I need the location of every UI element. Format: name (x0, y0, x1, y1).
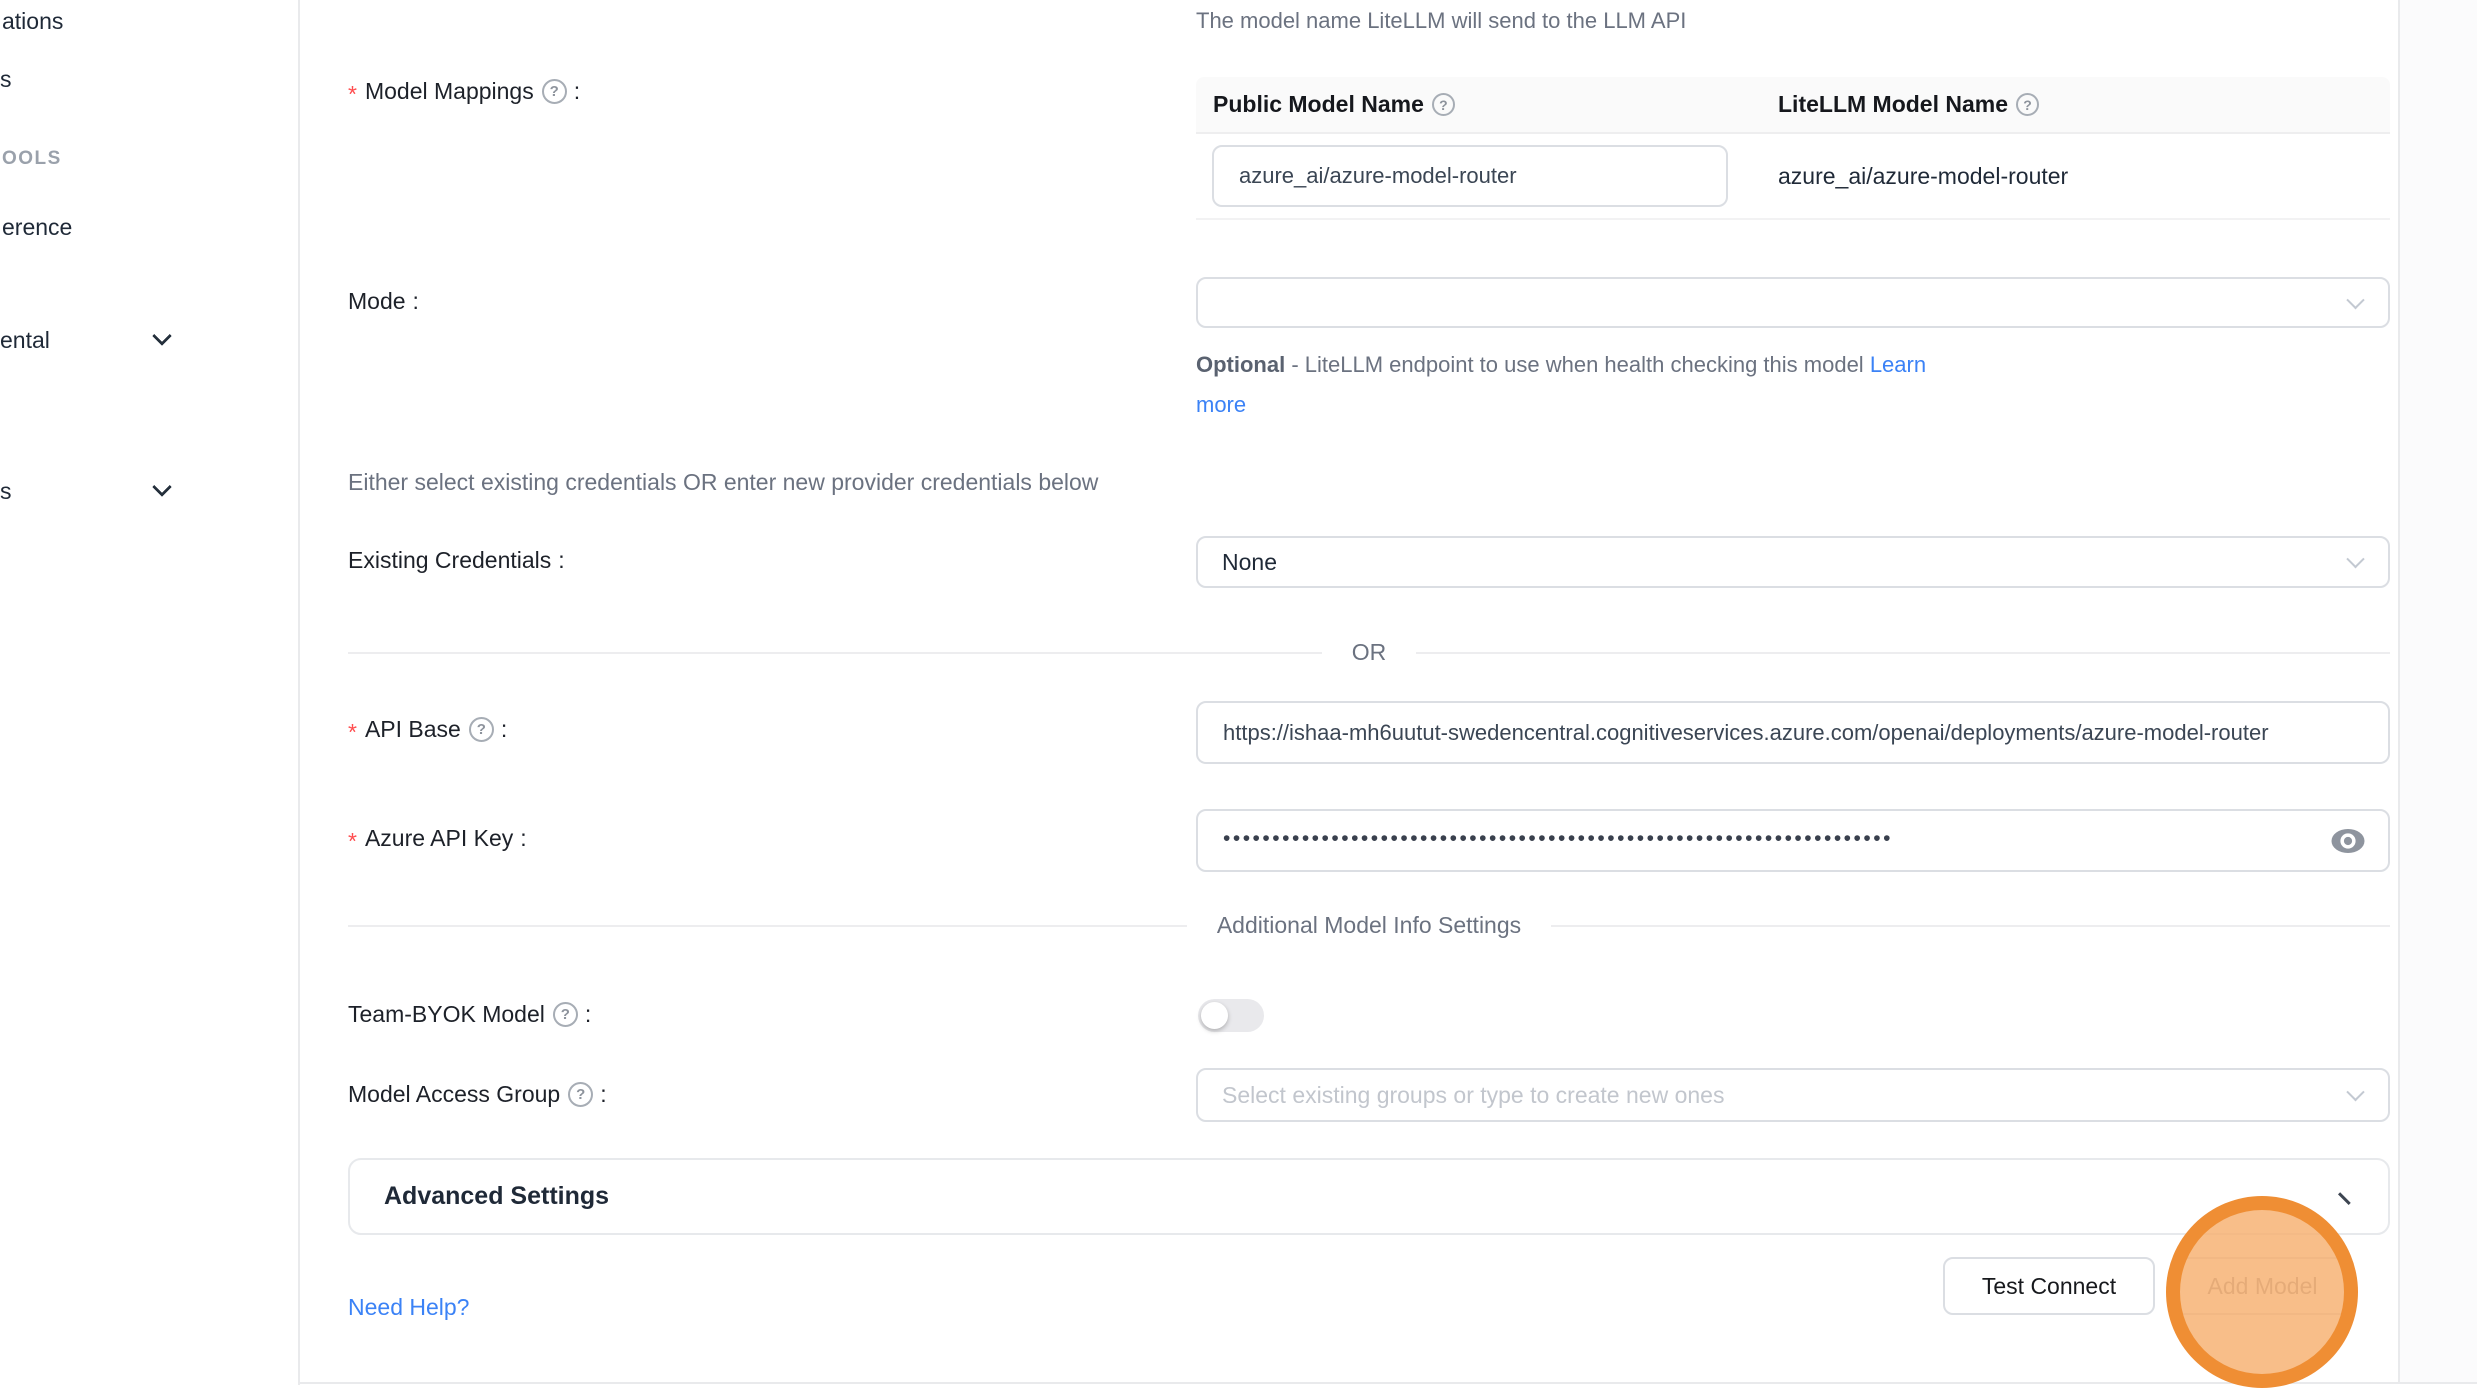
required-asterisk: * (348, 719, 357, 746)
api-base-label: * API Base ? : (348, 716, 507, 743)
model-access-group-select[interactable]: Select existing groups or type to create… (1196, 1068, 2390, 1122)
help-circle-icon[interactable]: ? (1432, 93, 1455, 116)
model-mappings-label: * Model Mappings ? : (348, 78, 580, 105)
table-header-row: Public Model Name ? LiteLLM Model Name ? (1196, 77, 2390, 134)
mode-help-text: Optional - LiteLLM endpoint to use when … (1196, 352, 1926, 378)
azure-api-key-label: * Azure API Key : (348, 825, 527, 852)
chevron-down-icon (2346, 1083, 2364, 1101)
team-byok-toggle[interactable] (1198, 999, 1264, 1032)
annotation-highlight-circle (2166, 1196, 2358, 1388)
existing-credentials-select[interactable]: None (1196, 536, 2390, 588)
masked-api-key: ••••••••••••••••••••••••••••••••••••••••… (1223, 827, 1893, 851)
sidebar-item-s2[interactable]: s (0, 478, 12, 505)
sidebar-item-erence[interactable]: erence (2, 214, 72, 241)
column-header-public-model-name: Public Model Name ? (1196, 91, 1761, 118)
page-background-strip (2400, 0, 2477, 1382)
model-mappings-table: Public Model Name ? LiteLLM Model Name ?… (1196, 77, 2390, 220)
help-circle-icon[interactable]: ? (568, 1082, 593, 1107)
test-connect-button[interactable]: Test Connect (1943, 1257, 2155, 1315)
required-asterisk: * (348, 81, 357, 108)
model-access-group-label: Model Access Group ? : (348, 1081, 607, 1108)
learn-more-link[interactable]: Learn (1870, 352, 1926, 377)
learn-more-link[interactable]: more (1196, 392, 1246, 417)
help-circle-icon[interactable]: ? (2016, 93, 2039, 116)
help-circle-icon[interactable]: ? (553, 1002, 578, 1027)
api-base-input[interactable]: https://ishaa-mh6uutut-swedencentral.cog… (1196, 701, 2390, 764)
chevron-down-icon (2338, 1184, 2359, 1205)
clipped-text-fragment: azure-model-router (1588, 0, 1746, 7)
card-right-border (2398, 0, 2400, 1382)
sidebar-section-tools: OOLS (2, 148, 62, 170)
mode-label: Mode : (348, 288, 419, 315)
advanced-settings-panel[interactable]: Advanced Settings (348, 1158, 2390, 1235)
litellm-model-name-value: azure_ai/azure-model-router (1761, 163, 2390, 190)
help-circle-icon[interactable]: ? (469, 717, 494, 742)
card-bottom-border (300, 1382, 2477, 1384)
credentials-note: Either select existing credentials OR en… (348, 469, 1098, 496)
required-asterisk: * (348, 828, 357, 855)
chevron-down-icon (2346, 550, 2364, 568)
mode-help-text-line2: more (1196, 392, 1246, 418)
azure-api-key-input[interactable]: ••••••••••••••••••••••••••••••••••••••••… (1196, 809, 2390, 872)
additional-model-info-divider: Additional Model Info Settings (348, 912, 2390, 939)
sidebar-item-s1[interactable]: s (0, 66, 12, 93)
sidebar-item-ations[interactable]: ations (2, 8, 63, 35)
chevron-down-icon (152, 326, 172, 346)
eye-icon[interactable] (2330, 827, 2366, 855)
team-byok-label: Team-BYOK Model ? : (348, 1001, 591, 1028)
model-name-help-text: The model name LiteLLM will send to the … (1196, 8, 1686, 34)
help-circle-icon[interactable]: ? (542, 79, 567, 104)
existing-credentials-label: Existing Credentials : (348, 547, 565, 574)
mode-select[interactable] (1196, 277, 2390, 328)
public-model-name-input[interactable]: azure_ai/azure-model-router (1212, 145, 1728, 207)
chevron-down-icon (2346, 290, 2364, 308)
chevron-down-icon (152, 477, 172, 497)
select-placeholder: Select existing groups or type to create… (1222, 1082, 1724, 1109)
toggle-knob (1201, 1002, 1228, 1029)
or-divider: OR (348, 639, 2390, 666)
advanced-settings-title: Advanced Settings (384, 1182, 609, 1211)
need-help-link[interactable]: Need Help? (348, 1294, 469, 1321)
sidebar-item-ental[interactable]: ental (0, 327, 50, 354)
sidebar: ations s OOLS erence ental s (0, 0, 300, 1385)
table-row: azure_ai/azure-model-router azure_ai/azu… (1196, 134, 2390, 220)
column-header-litellm-model-name: LiteLLM Model Name ? (1761, 91, 2390, 118)
